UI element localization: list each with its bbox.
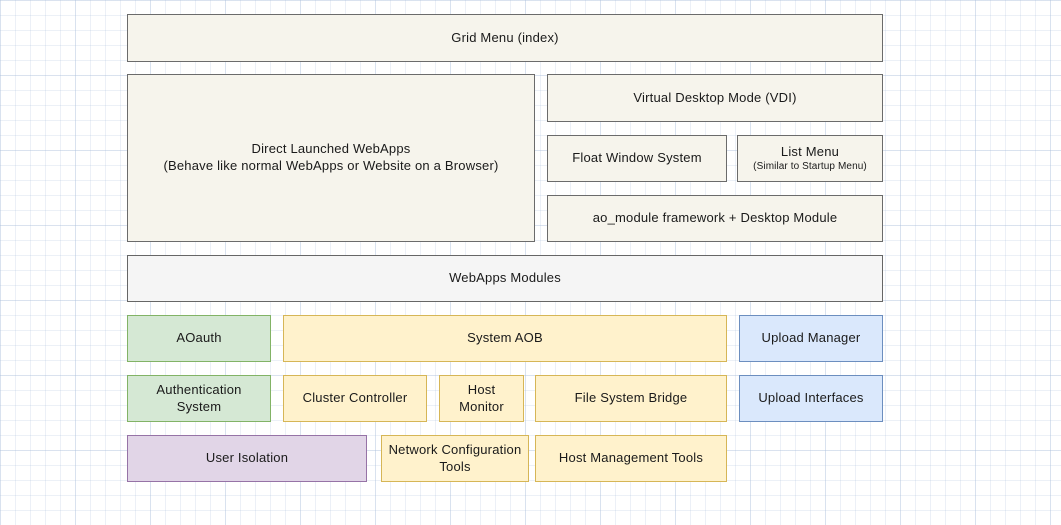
node-file-system-bridge: File System Bridge [535, 375, 727, 422]
node-ao-module-framework: ao_module framework + Desktop Module [547, 195, 883, 242]
node-list-menu: List Menu (Similar to Startup Menu) [737, 135, 883, 182]
node-host-monitor-label: Host Monitor [446, 382, 517, 416]
node-list-menu-title: List Menu [781, 144, 839, 161]
node-virtual-desktop-mode: Virtual Desktop Mode (VDI) [547, 74, 883, 122]
node-authentication-system-label: Authentication System [134, 382, 264, 416]
node-webapps-modules: WebApps Modules [127, 255, 883, 302]
node-system-aob: System AOB [283, 315, 727, 362]
node-cluster-controller: Cluster Controller [283, 375, 427, 422]
node-host-management-tools-label: Host Management Tools [559, 450, 703, 467]
node-virtual-desktop-mode-label: Virtual Desktop Mode (VDI) [633, 90, 796, 107]
node-grid-menu-label: Grid Menu (index) [451, 30, 558, 47]
node-network-configuration-tools-label: Network Configuration Tools [388, 442, 522, 476]
node-aoauth-label: AOauth [176, 330, 221, 347]
node-webapps-modules-label: WebApps Modules [449, 270, 561, 287]
node-user-isolation-label: User Isolation [206, 450, 288, 467]
node-host-monitor: Host Monitor [439, 375, 524, 422]
node-upload-manager-label: Upload Manager [762, 330, 861, 347]
node-list-menu-subtitle: (Similar to Startup Menu) [753, 160, 867, 173]
node-direct-launched-webapps-label: Direct Launched WebApps (Behave like nor… [163, 141, 498, 175]
node-user-isolation: User Isolation [127, 435, 367, 482]
node-upload-manager: Upload Manager [739, 315, 883, 362]
node-system-aob-label: System AOB [467, 330, 543, 347]
node-host-management-tools: Host Management Tools [535, 435, 727, 482]
node-float-window-system: Float Window System [547, 135, 727, 182]
node-upload-interfaces-label: Upload Interfaces [758, 390, 863, 407]
node-ao-module-framework-label: ao_module framework + Desktop Module [593, 210, 838, 227]
node-network-configuration-tools: Network Configuration Tools [381, 435, 529, 482]
node-aoauth: AOauth [127, 315, 271, 362]
node-float-window-system-label: Float Window System [572, 150, 702, 167]
node-authentication-system: Authentication System [127, 375, 271, 422]
node-cluster-controller-label: Cluster Controller [303, 390, 408, 407]
node-direct-launched-webapps: Direct Launched WebApps (Behave like nor… [127, 74, 535, 242]
node-file-system-bridge-label: File System Bridge [575, 390, 688, 407]
node-grid-menu: Grid Menu (index) [127, 14, 883, 62]
diagram-canvas: Grid Menu (index) Direct Launched WebApp… [0, 0, 1061, 525]
node-upload-interfaces: Upload Interfaces [739, 375, 883, 422]
